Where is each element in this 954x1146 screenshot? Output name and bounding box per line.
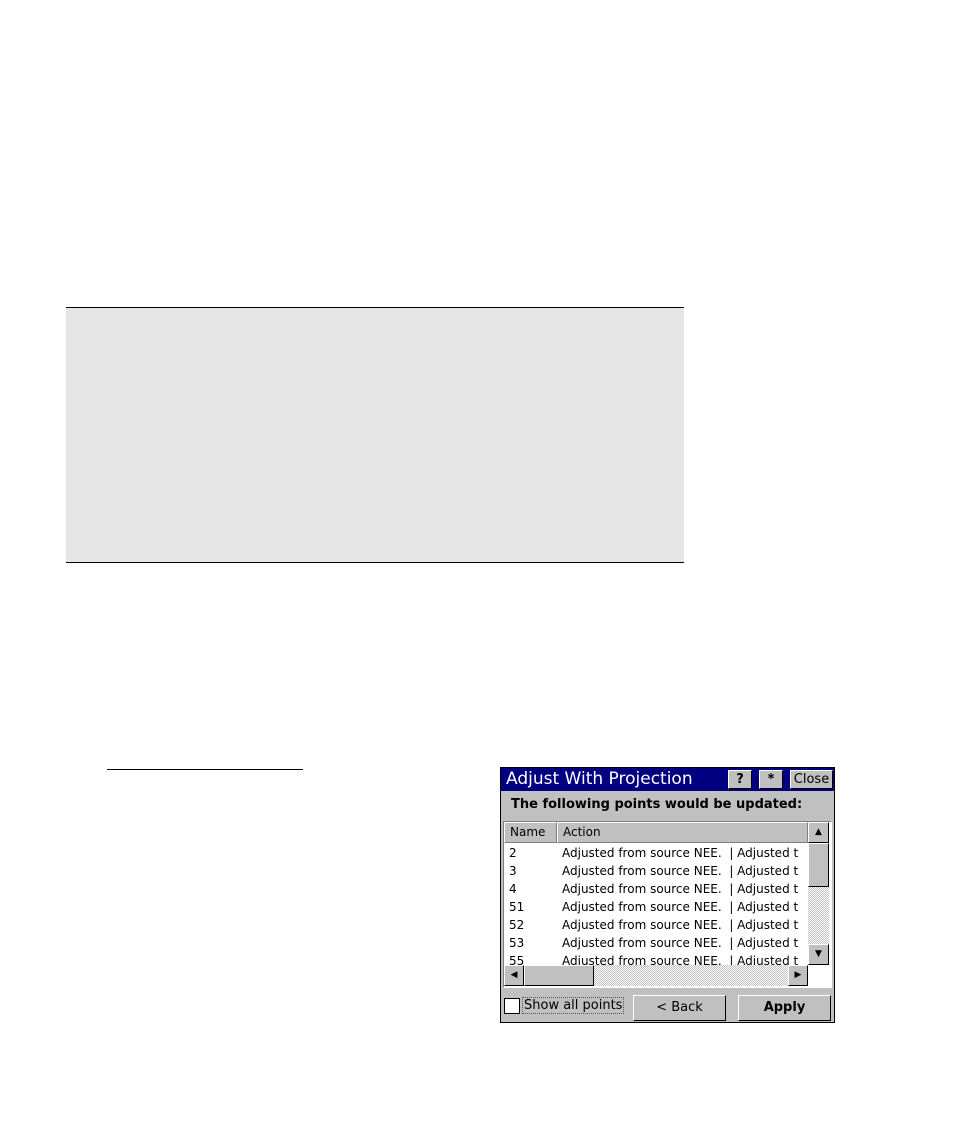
scroll-right-arrow-icon[interactable]: ▶ bbox=[788, 965, 808, 986]
table-row[interactable]: 53 Adjusted from source NEE. | Adjusted t bbox=[504, 934, 808, 952]
scroll-up-arrow-icon[interactable]: ▲ bbox=[808, 822, 829, 843]
subtitle: The following points would be updated: bbox=[511, 797, 803, 812]
table-row[interactable]: 3 Adjusted from source NEE. | Adjusted t bbox=[504, 862, 808, 880]
row-name: 3 bbox=[509, 864, 517, 878]
column-header-action[interactable]: Action bbox=[557, 822, 808, 843]
points-list[interactable]: Name Action 2 Adjusted from source NEE. |… bbox=[503, 821, 832, 988]
row-action: Adjusted from source NEE. | Adjusted t bbox=[562, 918, 799, 932]
close-button[interactable]: Close bbox=[790, 770, 833, 789]
show-all-points-label[interactable]: Show all points bbox=[522, 997, 625, 1014]
table-row[interactable]: 52 Adjusted from source NEE. | Adjusted t bbox=[504, 916, 808, 934]
row-name: 2 bbox=[509, 846, 517, 860]
vertical-scrollbar[interactable]: ▲ ▼ bbox=[808, 822, 829, 965]
gray-content-box bbox=[66, 307, 684, 563]
scroll-down-arrow-icon[interactable]: ▼ bbox=[808, 944, 829, 965]
vertical-scroll-thumb[interactable] bbox=[808, 843, 829, 887]
help-button[interactable]: ? bbox=[728, 770, 752, 789]
back-button[interactable]: < Back bbox=[633, 995, 726, 1021]
show-all-points-checkbox[interactable] bbox=[504, 998, 520, 1014]
row-action: Adjusted from source NEE. | Adjusted t bbox=[562, 936, 799, 950]
row-action: Adjusted from source NEE. | Adjusted t bbox=[562, 846, 799, 860]
star-button[interactable]: * bbox=[759, 770, 783, 789]
dialog-title: Adjust With Projection bbox=[506, 769, 693, 789]
row-action: Adjusted from source NEE. | Adjusted t bbox=[562, 882, 799, 896]
row-name: 4 bbox=[509, 882, 517, 896]
horizontal-scroll-thumb[interactable] bbox=[524, 965, 594, 986]
apply-button[interactable]: Apply bbox=[738, 995, 831, 1021]
underline-rule bbox=[107, 769, 303, 770]
adjust-with-projection-dialog: Adjust With Projection ? * Close The fol… bbox=[500, 767, 835, 1023]
row-name: 52 bbox=[509, 918, 525, 932]
title-bar: Adjust With Projection ? * Close bbox=[501, 768, 834, 791]
horizontal-scrollbar[interactable]: ◀ ▶ bbox=[504, 965, 808, 986]
row-action: Adjusted from source NEE. | Adjusted t bbox=[562, 900, 799, 914]
column-header-name[interactable]: Name bbox=[504, 822, 557, 843]
table-row[interactable]: 51 Adjusted from source NEE. | Adjusted t bbox=[504, 898, 808, 916]
row-action: Adjusted from source NEE. | Adjusted t bbox=[562, 864, 799, 878]
row-name: 53 bbox=[509, 936, 525, 950]
table-row[interactable]: 4 Adjusted from source NEE. | Adjusted t bbox=[504, 880, 808, 898]
scroll-left-arrow-icon[interactable]: ◀ bbox=[504, 965, 524, 986]
table-row[interactable]: 2 Adjusted from source NEE. | Adjusted t bbox=[504, 844, 808, 862]
row-name: 51 bbox=[509, 900, 525, 914]
